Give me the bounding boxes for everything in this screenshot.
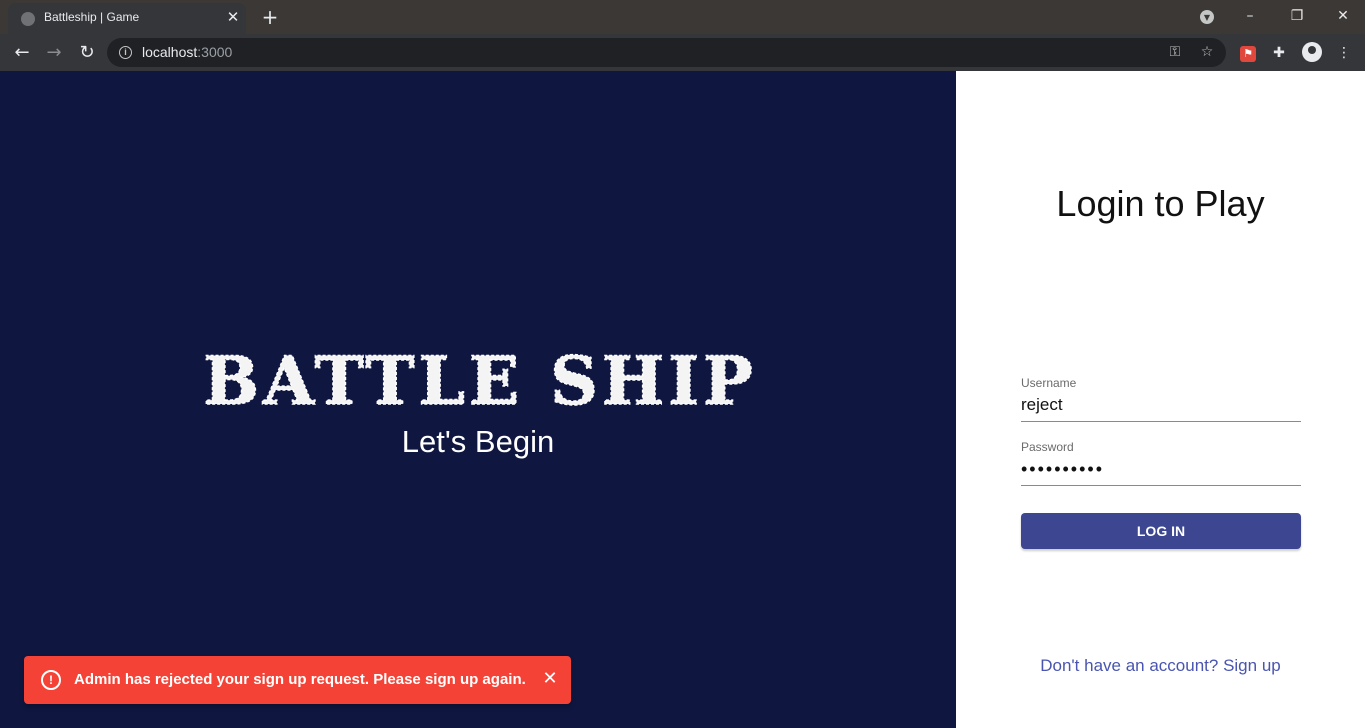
new-tab-button[interactable]: + (259, 6, 281, 28)
password-underline (1021, 485, 1301, 486)
restore-button[interactable]: ❐ (1284, 4, 1310, 28)
error-snackbar: ! Admin has rejected your sign up reques… (24, 656, 571, 704)
password-field: Password •••••••••• (1021, 440, 1301, 486)
tab-close-icon[interactable]: ✕ (224, 8, 242, 26)
battleship-logo: BATTLE SHIP (203, 346, 756, 416)
window-close-button[interactable]: ✕ (1330, 4, 1356, 28)
puzzle-icon[interactable]: ✚ (1269, 43, 1289, 63)
browser-toolbar: ← → ↻ i localhost:3000 ⚿ ☆ ⚑ ✚ ⋮ (0, 34, 1365, 71)
url-text: localhost:3000 (142, 44, 232, 60)
hero-panel: BATTLE SHIP Let's Begin (0, 71, 956, 728)
url-port: :3000 (197, 44, 233, 60)
error-icon: ! (41, 670, 61, 690)
back-arrow-icon[interactable]: ← (10, 41, 34, 65)
username-underline (1021, 421, 1301, 422)
hero-subtitle: Let's Begin (401, 424, 555, 459)
profile-icon[interactable] (1302, 42, 1322, 62)
extension-badge-icon: ⚑ (1240, 46, 1256, 62)
login-title: Login to Play (1056, 183, 1265, 224)
signup-link[interactable]: Don't have an account? Sign up (956, 656, 1365, 676)
page: BATTLE SHIP Let's Begin Login to Play Us… (0, 71, 1365, 728)
forward-arrow-icon[interactable]: → (42, 41, 66, 65)
password-label: Password (1021, 440, 1074, 454)
username-label: Username (1021, 376, 1077, 390)
username-field: Username reject (1021, 376, 1301, 422)
url-host: localhost (142, 44, 198, 60)
address-bar[interactable]: i localhost:3000 ⚿ ☆ (107, 38, 1226, 67)
tab-search-icon[interactable]: ▼ (1200, 10, 1214, 24)
username-input[interactable]: reject (1021, 395, 1301, 417)
key-icon[interactable]: ⚿ (1165, 42, 1185, 62)
browser-tabstrip: Battleship | Game ✕ + ▼ – ❐ ✕ (0, 0, 1365, 34)
extension-icon[interactable]: ⚑ (1238, 43, 1258, 63)
login-button[interactable]: LOG IN (1021, 513, 1301, 549)
password-input[interactable]: •••••••••• (1021, 459, 1301, 481)
reload-icon[interactable]: ↻ (75, 41, 99, 65)
star-icon[interactable]: ☆ (1197, 42, 1217, 62)
minimize-button[interactable]: – (1237, 4, 1263, 28)
kebab-menu-icon[interactable]: ⋮ (1334, 43, 1354, 63)
login-panel: Login to Play Username reject Password •… (956, 71, 1365, 728)
logo-text: BATTLE SHIP (203, 346, 756, 416)
globe-icon (21, 12, 35, 26)
snackbar-message: Admin has rejected your sign up request.… (74, 671, 526, 688)
close-icon[interactable]: ✕ (539, 668, 561, 690)
browser-tab[interactable]: Battleship | Game ✕ (8, 3, 246, 34)
tab-title: Battleship | Game (44, 10, 140, 24)
info-icon[interactable]: i (119, 46, 132, 59)
